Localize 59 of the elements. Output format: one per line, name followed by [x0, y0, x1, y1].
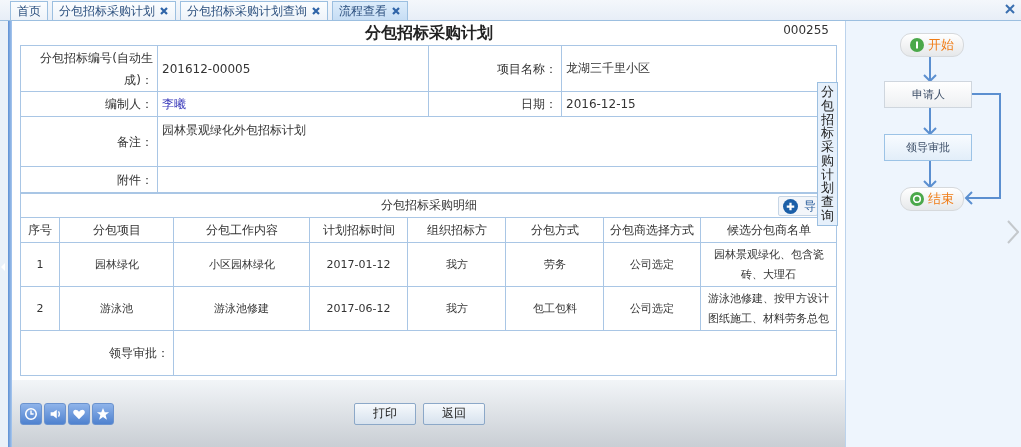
table-cell: 包工包料 [505, 286, 604, 331]
table-cell: 公司选定 [603, 286, 701, 331]
field-label: 日期： [428, 91, 562, 117]
speaker-icon[interactable] [44, 402, 66, 425]
tab[interactable]: 分包招标采购计划查询 [180, 1, 328, 20]
tab[interactable]: 流程查看 [332, 1, 408, 20]
table-cell: 2 [20, 286, 60, 331]
close-icon[interactable] [1004, 3, 1016, 15]
table-cell: 1 [20, 242, 60, 287]
column-header: 序号 [20, 217, 60, 243]
column-header: 分包方式 [505, 217, 604, 243]
table-cell: 小区园林绿化 [173, 242, 310, 287]
close-icon[interactable] [391, 6, 401, 16]
table-cell: 游泳池 [59, 286, 174, 331]
plus-icon [783, 198, 798, 214]
flow-arrow [923, 159, 937, 189]
clock-icon[interactable] [20, 402, 42, 425]
field-value: 2016-12-15 [566, 97, 636, 111]
field-label: 附件： [20, 166, 158, 193]
table-cell: 我方 [407, 242, 506, 287]
table-cell: 劳务 [505, 242, 604, 287]
start-icon [910, 38, 924, 52]
field-value: 龙湖三千里小区 [566, 61, 650, 75]
field-label: 项目名称： [428, 45, 562, 92]
flow-step[interactable]: 申请人 [884, 81, 972, 108]
action-button[interactable]: 打印 [354, 402, 416, 425]
column-header: 组织招标方 [407, 217, 506, 243]
person-link[interactable]: 李曦 [162, 96, 186, 111]
table-cell: 公司选定 [603, 242, 701, 287]
table-cell: 园林景观绿化、包含瓷砖、大理石 [700, 242, 837, 287]
section-title: 分包招标采购明细 [380, 197, 477, 214]
field-value: 201612-00005 [162, 61, 251, 76]
form-title: 分包招标采购计划 [364, 22, 493, 44]
column-header: 分包商选择方式 [603, 217, 701, 243]
action-button[interactable]: 返回 [423, 402, 485, 425]
tab[interactable]: 首页 [10, 1, 48, 20]
form-number: 000255 [783, 23, 829, 37]
table-cell: 游泳池修建 [173, 286, 310, 331]
tab[interactable]: 分包招标采购计划 [52, 1, 176, 20]
table-cell: 园林绿化 [59, 242, 174, 287]
end-icon [910, 192, 924, 206]
flow-step[interactable]: 领导审批 [884, 134, 972, 161]
table-cell: 我方 [407, 286, 506, 331]
table-cell: 2017-01-12 [309, 242, 408, 287]
close-icon[interactable] [311, 6, 321, 16]
field-label: 编制人： [20, 91, 158, 117]
import-button[interactable]: 导 [778, 196, 818, 216]
close-icon[interactable] [159, 6, 169, 16]
flow-arrow [923, 106, 937, 136]
flow-arrow [923, 55, 937, 83]
column-header: 分包项目 [59, 217, 174, 243]
column-header: 计划招标时间 [309, 217, 408, 243]
table-cell: 2017-06-12 [309, 286, 408, 331]
table-cell: 游泳池修建、按甲方设计图纸施工、材料劳务总包 [700, 286, 837, 331]
field-label: 备注： [20, 116, 158, 167]
field-label: 领导审批： [20, 330, 174, 376]
column-header: 分包工作内容 [173, 217, 310, 243]
field-label: 分包招标编号(自动生成)： [20, 45, 158, 92]
field-value: 园林景观绿化外包招标计划 [162, 123, 306, 137]
